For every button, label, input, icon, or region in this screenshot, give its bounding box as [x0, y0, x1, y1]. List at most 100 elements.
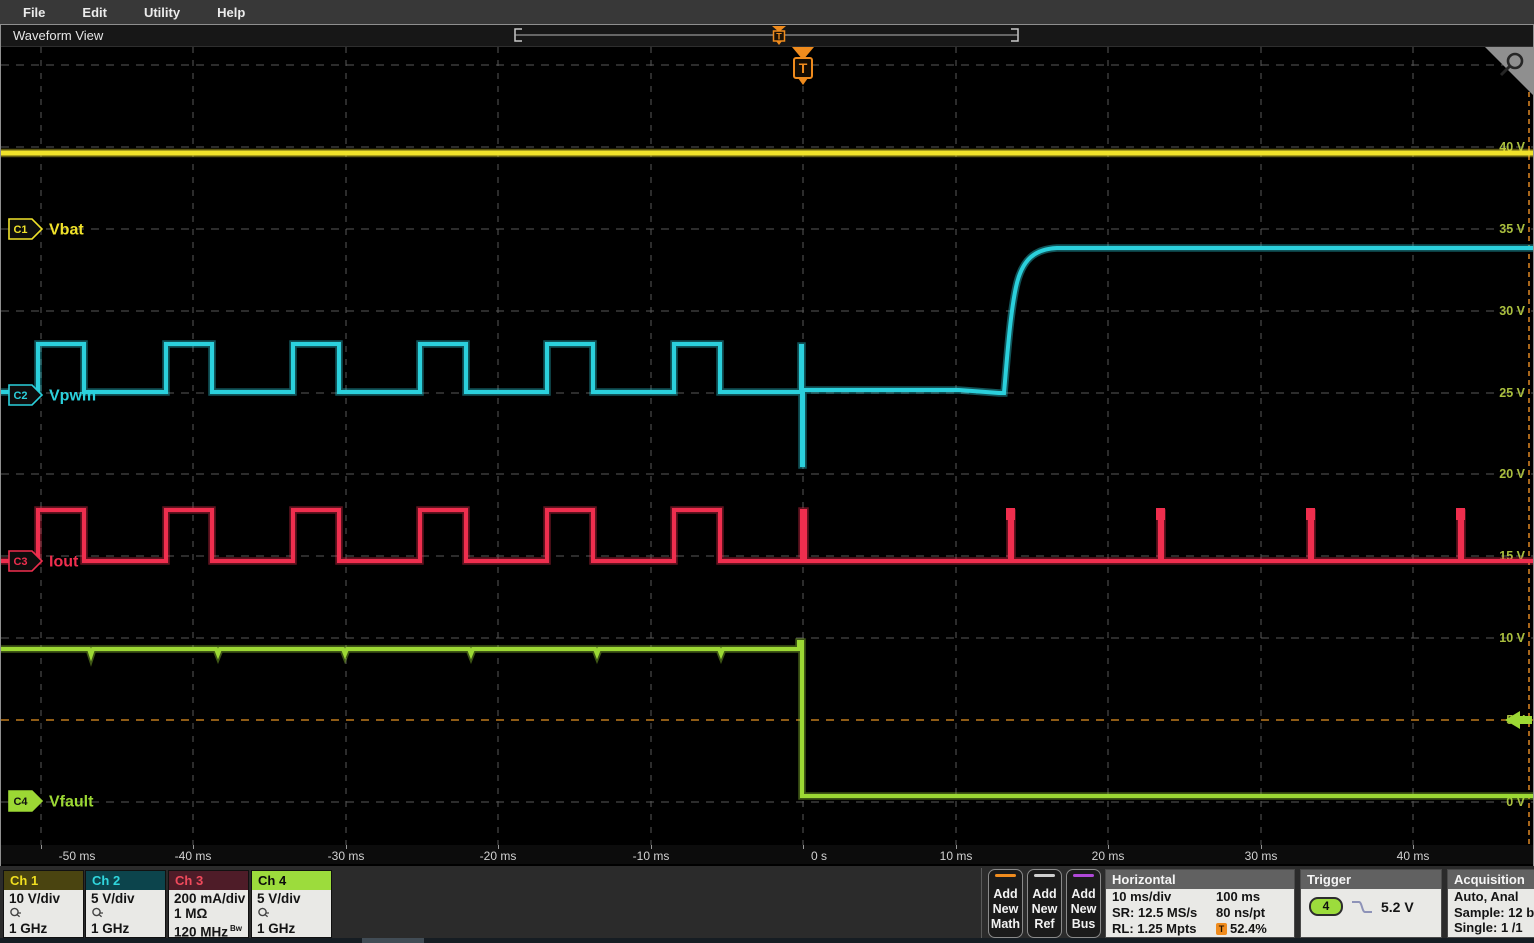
horizontal-value-left: SR: 12.5 MS/s	[1106, 905, 1216, 921]
channel-scale: 5 V/div	[257, 891, 331, 906]
probe-icon	[9, 907, 22, 918]
acquisition-row: Auto, Anal	[1448, 889, 1534, 905]
waveform-view-title: Waveform View	[13, 28, 103, 43]
time-label: -40 ms	[175, 849, 212, 863]
channel-scale: 5 V/div	[91, 891, 165, 906]
channel-probe-row	[9, 906, 83, 921]
add-new-ref-button[interactable]: AddNewRef	[1027, 869, 1062, 938]
graticule: 40 V35 V30 V25 V20 V15 V10 V5 V0 VC1Vbat…	[1, 47, 1533, 845]
time-label: 20 ms	[1092, 849, 1125, 863]
horizontal-row: RL: 1.25 MptsT52.4%	[1106, 921, 1294, 937]
trigger-level: 5.2 V	[1381, 899, 1414, 915]
channel-bandwidth: 120 MHzBw	[174, 921, 248, 940]
horizontal-value-right: 80 ns/pt	[1216, 905, 1265, 921]
channel-bandwidth: 1 GHz	[257, 921, 331, 936]
horizontal-panel[interactable]: Horizontal 10 ms/div100 msSR: 12.5 MS/s8…	[1105, 869, 1295, 938]
y-scale-label: 30 V	[1499, 304, 1525, 318]
trigger-panel[interactable]: Trigger 4 5.2 V	[1300, 869, 1442, 938]
svg-text:C3: C3	[13, 556, 27, 568]
settings-bar: Horizontal 10 ms/div100 msSR: 12.5 MS/s8…	[0, 866, 1534, 943]
horizontal-row: SR: 12.5 MS/s80 ns/pt	[1106, 905, 1294, 921]
horizontal-row: 10 ms/div100 ms	[1106, 889, 1294, 905]
waveform-label-iout: Iout	[49, 554, 79, 571]
add-new-math-button[interactable]: AddNewMath	[988, 869, 1023, 938]
trigger-source-badge: 4	[1309, 897, 1343, 916]
acquisition-panel[interactable]: Acquisition Auto, AnalSample: 12 bSingle…	[1447, 869, 1534, 938]
channel-badge-ch2[interactable]: Ch 25 V/div 1 GHz	[85, 870, 166, 938]
acquisition-row: Single: 1 /1	[1448, 920, 1534, 936]
channel-probe-row	[257, 906, 331, 921]
y-scale-label: 25 V	[1499, 386, 1525, 400]
menu-bar: File Edit Utility Help	[0, 0, 1534, 24]
horizontal-value-left: 10 ms/div	[1106, 889, 1216, 905]
waveform-plot: 40 V35 V30 V25 V20 V15 V10 V5 V0 VC1Vbat…	[1, 47, 1533, 845]
channel-badge-title: Ch 4	[252, 871, 331, 890]
channel-bandwidth: 1 GHz	[91, 921, 165, 936]
record-overview-minimap[interactable]: T	[513, 25, 1023, 46]
time-label: 30 ms	[1245, 849, 1278, 863]
probe-icon	[257, 907, 270, 918]
channel-badge-body: 10 V/div 1 GHz	[4, 890, 83, 937]
trigger-position-icon: T	[1216, 923, 1227, 935]
menu-file[interactable]: File	[9, 5, 59, 20]
trace-glow-vfault	[1, 642, 1533, 796]
draw-zoom-corner-button[interactable]	[1485, 47, 1533, 95]
time-label: -30 ms	[328, 849, 365, 863]
acquisition-row: Sample: 12 b	[1448, 905, 1534, 921]
trace-iout[interactable]	[1, 510, 1533, 561]
channel-badge-body: 200 mA/div1 MΩ120 MHzBw	[169, 890, 248, 937]
channel-scale: 10 V/div	[9, 891, 83, 906]
channel-probe-row	[91, 906, 165, 921]
channel-badge-ch4[interactable]: Ch 45 V/div 1 GHz	[251, 870, 332, 938]
menu-edit[interactable]: Edit	[68, 5, 121, 20]
waveform-label-vfault: Vfault	[49, 794, 94, 811]
trace-vpwm[interactable]	[1, 248, 1533, 465]
scroll-thumb[interactable]	[362, 938, 424, 943]
add-new-bus-button[interactable]: AddNewBus	[1066, 869, 1101, 938]
horizontal-panel-title: Horizontal	[1106, 870, 1294, 889]
trigger-panel-title: Trigger	[1301, 870, 1441, 889]
trigger-position-marker[interactable]: T	[792, 47, 814, 85]
svg-text:T: T	[776, 32, 782, 42]
channel-badge-body: 5 V/div 1 GHz	[86, 890, 165, 937]
channel-badge-ch1[interactable]: Ch 110 V/div 1 GHz	[3, 870, 84, 938]
y-scale-label: 10 V	[1499, 631, 1525, 645]
svg-text:C2: C2	[13, 390, 27, 402]
svg-text:T: T	[799, 60, 808, 76]
waveform-view: Waveform View T 40 V35 V30 V25 V20 V15 V…	[0, 24, 1534, 867]
time-label: -20 ms	[480, 849, 517, 863]
trace-vfault[interactable]	[1, 642, 1533, 796]
channel-impedance: 1 MΩ	[174, 906, 248, 921]
time-label: 0 s	[811, 849, 827, 863]
channel-badge-title: Ch 1	[4, 871, 83, 890]
channel-badge-body: 5 V/div 1 GHz	[252, 890, 331, 937]
channel-badge-title: Ch 2	[86, 871, 165, 890]
trace-glow-iout	[1, 510, 1533, 561]
time-label: 10 ms	[940, 849, 973, 863]
channel-badge-title: Ch 3	[169, 871, 248, 890]
waveform-view-titlebar: Waveform View T	[1, 25, 1533, 47]
time-axis: -50 ms-40 ms-30 ms-20 ms-10 ms0 s10 ms20…	[1, 845, 1533, 864]
time-label: -10 ms	[633, 849, 670, 863]
channel-bandwidth: 1 GHz	[9, 921, 83, 936]
y-scale-label: 35 V	[1499, 222, 1525, 236]
horizontal-value-left: RL: 1.25 Mpts	[1106, 921, 1216, 937]
y-scale-label: 20 V	[1499, 467, 1525, 481]
waveform-label-vpwm: Vpwm	[49, 388, 96, 405]
channel-badge-ch3[interactable]: Ch 3200 mA/div1 MΩ120 MHzBw	[168, 870, 249, 938]
time-tick	[803, 845, 804, 849]
menu-utility[interactable]: Utility	[130, 5, 194, 20]
probe-icon	[91, 907, 104, 918]
minimap-trigger-marker[interactable]: T	[772, 26, 786, 45]
menu-help[interactable]: Help	[203, 5, 259, 20]
settings-separator	[981, 868, 982, 940]
svg-text:C4: C4	[13, 796, 28, 808]
button-accent	[1034, 874, 1055, 877]
waveform-label-vbat: Vbat	[49, 222, 84, 239]
channel-handle-c4[interactable]: C4	[9, 791, 42, 811]
horizontal-value-right: T52.4%	[1216, 921, 1267, 937]
acquisition-panel-title: Acquisition	[1448, 870, 1534, 889]
channel-handle-c1[interactable]: C1	[9, 219, 42, 239]
horizontal-value-right: 100 ms	[1216, 889, 1260, 905]
falling-edge-icon	[1350, 899, 1374, 915]
